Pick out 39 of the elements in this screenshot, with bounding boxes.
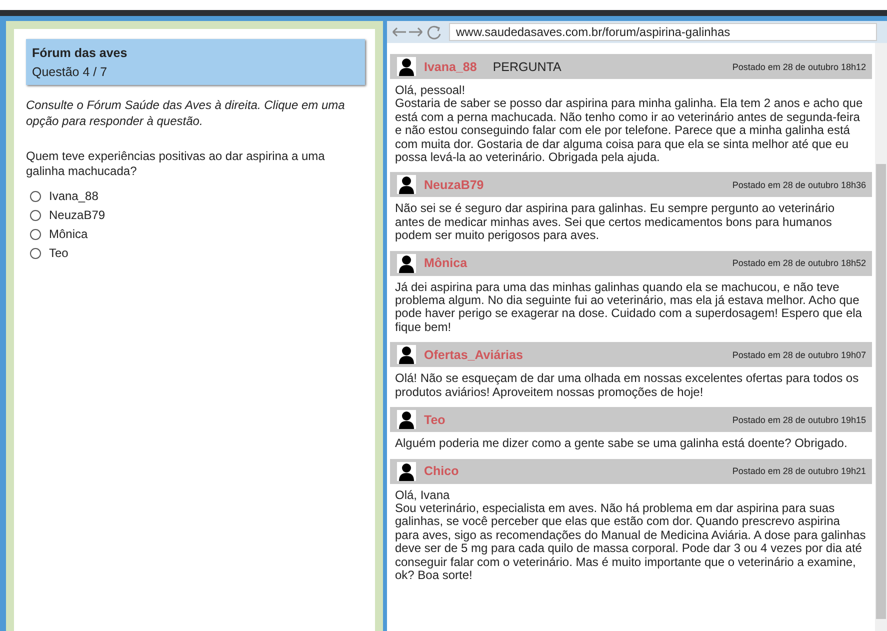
- address-bar[interactable]: www.saudedasaves.com.br/forum/aspirina-galinhas: [449, 23, 877, 41]
- avatar-icon: [397, 57, 416, 76]
- avatar-icon: [397, 462, 416, 480]
- instruction-text: Consulte o Fórum Saúde das Aves à direita. Clique em uma opção para responder à questão.: [26, 97, 346, 129]
- post-author: Chico: [424, 464, 459, 478]
- post-date: Postado em 28 de outubro 18h12: [732, 62, 866, 72]
- post-text: Já dei aspirina para uma das minhas galinhas quando ela se machucou, e não teve problema algum. No dia seguinte fui ao veterinário, mas ela já estava melhor. Acho que pode haver perigo se exagerar na dose. Cuidado com a superdosagem! Espero que ela fique bem!: [394, 278, 863, 336]
- answer-option[interactable]: Mônica: [30, 227, 88, 241]
- post-text: Olá! Não se esqueçam de dar uma olhada em nossas excelentes ofertas para todos os produtos aviários! Aproveitem nossas promoções de hoje!: [394, 370, 860, 401]
- answer-option[interactable]: Teo: [30, 246, 68, 260]
- post-text: Olá, pessoal! Gostaria de saber se posso dar aspirina para minha galinha. Ela tem 2 anos e acho que está com a perna machucada. Não tenho como ir ao veterinário antes de segunda-feira e não estou conseguindo falar com ele por telefone. Parece que a minha galinha está com muita dor. Gostaria de dar alguma coisa para que ela se sinta melhor até que eu possa levá-la ao veterinário. Obrigada pela ajuda.: [394, 82, 864, 166]
- avatar-icon: [397, 254, 416, 273]
- radio-button[interactable]: [30, 210, 41, 220]
- answer-option[interactable]: Ivana_88: [30, 189, 98, 203]
- post-text: Olá, Ivana Sou veterinário, especialista em aves. Não há problema em dar aspirina para suas galinhas, se você perceber que elas que estão com dor. Quando prescrevo aspirina para aves, sigo as recomendações do Manual de Medicina Aviária. A dose para galinhas deve ser de 5 mg para cada quilo de massa corporal. Pode dar 3 ou 4 vezes por dia até conseguir falar com o veterinário. Mas é muito importante que o veterinário a examine, ok? Boa sorte!: [394, 486, 867, 584]
- scrollbar-thumb[interactable]: [876, 164, 886, 619]
- avatar-icon: [397, 410, 416, 430]
- post-tag: PERGUNTA: [492, 60, 562, 74]
- post-text: Alguém poderia me dizer como a gente sabe se uma galinha está doente? Obrigado.: [394, 435, 848, 452]
- post-date: Postado em 28 de outubro 19h07: [732, 350, 866, 360]
- post-author: Teo: [424, 412, 446, 427]
- post-author: Ofertas_Aviárias: [424, 348, 523, 362]
- radio-button[interactable]: [30, 190, 41, 202]
- post-date: Postado em 28 de outubro 19h21: [732, 466, 866, 476]
- post-text: Não sei se é seguro dar aspirina para galinhas. Eu sempre pergunto ao veterinário antes de medicar minhas aves. Sei que certos medicamentos bons para humanos podem ser muito perigosos para aves.: [394, 200, 836, 244]
- question-text: Quem teve experiências positivas ao dar aspirina a uma galinha machucada?: [26, 149, 326, 179]
- post-author: Mônica: [424, 256, 468, 270]
- post-author: Ivana_88: [424, 60, 477, 74]
- post-date: Postado em 28 de outubro 18h52: [732, 258, 866, 268]
- quiz-title: Fórum das aves: [32, 46, 128, 60]
- radio-button[interactable]: [30, 248, 41, 258]
- scrollbar[interactable]: [875, 43, 887, 631]
- post-date: Postado em 28 de outubro 19h15: [732, 414, 866, 425]
- avatar-icon: [397, 345, 416, 364]
- post-date: Postado em 28 de outubro 18h36: [732, 180, 866, 190]
- avatar-icon: [397, 175, 416, 194]
- radio-button[interactable]: [30, 228, 41, 240]
- answer-option[interactable]: NeuzaB79: [30, 208, 106, 222]
- post-author: NeuzaB79: [424, 178, 484, 192]
